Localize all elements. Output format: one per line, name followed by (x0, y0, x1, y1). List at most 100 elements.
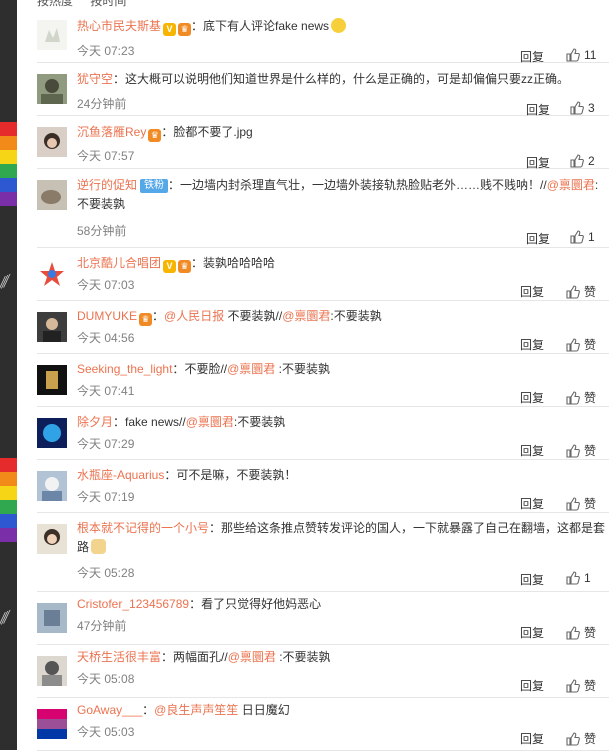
sort-by-time[interactable]: 按时间 (90, 0, 126, 8)
rainbow-stripe-purple (0, 528, 17, 542)
comment-body: :不要装孰 (330, 309, 382, 323)
like-count: 赞 (584, 444, 597, 458)
doge-emoji-icon (91, 539, 107, 554)
avatar[interactable] (37, 471, 67, 501)
comment-item: 沉鱼落雁Rey ♛ ：脸都不要了.jpg 今天 07:57 回复 2 (37, 115, 609, 170)
name-separator: ： (161, 650, 174, 664)
reply-button[interactable]: 回复 (526, 230, 550, 247)
reply-button[interactable]: 回复 (520, 389, 544, 406)
comment-text: 犹守空：这大概可以说明他们知道世界是什么样的，什么是正确的，可是却偏偏只要zz正… (77, 70, 609, 89)
username-link[interactable]: 北京酷儿合唱团 (77, 256, 161, 270)
username-link[interactable]: 天桥生活很丰富 (77, 650, 161, 664)
expand-arrow-icon[interactable]: ⁄⁄⁄ (1, 273, 16, 310)
comment-item: 逆行的促知 铁粉 ：一边墙内封杀理直气壮，一边墙外装接轨热脸贴老外……贱不贱呐！//… (37, 168, 609, 248)
like-count: 赞 (584, 338, 597, 352)
like-button[interactable]: 1 (566, 571, 591, 585)
avatar[interactable] (37, 603, 67, 633)
reply-button[interactable]: 回复 (520, 730, 544, 747)
comment-time: 今天 07:57 (77, 149, 135, 163)
thumbs-up-icon (566, 732, 580, 746)
like-button[interactable]: 1 (570, 230, 595, 244)
comment-text: GoAway___：@良生声声笙笙 日日魔幻 (77, 701, 609, 720)
like-button[interactable]: 3 (570, 101, 595, 115)
username-link[interactable]: DUMYUKE (77, 309, 137, 323)
username-link[interactable]: Cristofer_123456789 (77, 597, 189, 611)
reply-button[interactable]: 回复 (520, 283, 544, 300)
comment-body: 一边墙内封杀理直气壮，一边墙外装接轨热脸贴老外……贱不贱呐！// (180, 178, 547, 192)
thumbs-up-icon (566, 571, 580, 585)
thumbs-up-icon (566, 285, 580, 299)
username-link[interactable]: Seeking_the_light (77, 362, 172, 376)
expand-arrow-icon[interactable]: ⁄⁄⁄ (1, 609, 16, 646)
name-separator: ： (191, 256, 204, 270)
avatar[interactable] (37, 656, 67, 686)
comment-time: 47分钟前 (77, 619, 127, 633)
thumbs-up-icon (566, 626, 580, 640)
avatar[interactable] (37, 365, 67, 395)
mention-link[interactable]: @人民日报 (164, 309, 224, 323)
comment-text: 天桥生活很丰富：两幅面孔//@禀圜君 :不要装孰 (77, 648, 609, 667)
reply-button[interactable]: 回复 (520, 677, 544, 694)
mention-link[interactable]: @禀圜君 (186, 415, 234, 429)
mention-link[interactable]: @禀圜君 (227, 362, 275, 376)
username-link[interactable]: 除夕月 (77, 415, 113, 429)
comment-item: GoAway___：@良生声声笙笙 日日魔幻 今天 05:03 回复 赞 (37, 697, 609, 751)
name-separator: ： (113, 415, 126, 429)
avatar[interactable] (37, 20, 67, 50)
avatar[interactable] (37, 524, 67, 554)
username-link[interactable]: GoAway___ (77, 703, 142, 717)
avatar[interactable] (37, 312, 67, 342)
comment-text: Seeking_the_light：不要脸//@禀圜君 :不要装孰 (77, 360, 609, 379)
like-count: 赞 (584, 626, 597, 640)
member-crown-icon: ♛ (139, 313, 153, 326)
comment-item: 犹守空：这大概可以说明他们知道世界是什么样的，什么是正确的，可是却偏偏只要zz正… (37, 62, 609, 117)
mention-link[interactable]: @禀圜君 (547, 178, 595, 192)
comment-list: 按热度 按时间 热心市民夫斯基 V ♛ ：底下有人评论fake news 今天 07:2… (17, 0, 609, 751)
like-button[interactable]: 赞 (566, 336, 596, 353)
name-separator: ： (161, 125, 174, 139)
reply-button[interactable]: 回复 (520, 624, 544, 641)
reply-button[interactable]: 回复 (520, 495, 544, 512)
reply-button[interactable]: 回复 (520, 571, 544, 588)
comment-time: 今天 04:56 (77, 331, 135, 345)
like-button[interactable]: 2 (570, 154, 595, 168)
comment-time: 今天 05:08 (77, 672, 135, 686)
reply-button[interactable]: 回复 (520, 336, 544, 353)
mention-link[interactable]: @禀圜君 (228, 650, 276, 664)
avatar[interactable] (37, 259, 67, 289)
avatar[interactable] (37, 127, 67, 157)
username-link[interactable]: 水瓶座-Aquarius (77, 468, 164, 482)
like-count: 1 (588, 230, 595, 244)
like-button[interactable]: 赞 (566, 442, 596, 459)
sort-by-hot[interactable]: 按热度 (37, 0, 73, 8)
like-button[interactable]: 赞 (566, 677, 596, 694)
username-link[interactable]: 沉鱼落雁Rey (77, 125, 146, 139)
like-button[interactable]: 赞 (566, 624, 596, 641)
avatar[interactable] (37, 180, 67, 210)
username-link[interactable]: 热心市民夫斯基 (77, 19, 161, 33)
rainbow-stripe-green (0, 164, 17, 178)
avatar[interactable] (37, 709, 67, 739)
avatar[interactable] (37, 74, 67, 104)
like-button[interactable]: 赞 (566, 730, 596, 747)
like-button[interactable]: 赞 (566, 283, 596, 300)
verified-v-icon: V (163, 23, 177, 36)
username-link[interactable]: 逆行的促知 (77, 178, 137, 192)
thumbs-up-icon (570, 154, 584, 168)
like-button[interactable]: 赞 (566, 389, 596, 406)
avatar[interactable] (37, 418, 67, 448)
like-count: 赞 (584, 285, 597, 299)
reply-button[interactable]: 回复 (520, 442, 544, 459)
comment-item: 水瓶座-Aquarius：可不是嘛，不要装孰！ 今天 07:19 回复 赞 (37, 459, 609, 513)
username-link[interactable]: 犹守空 (77, 72, 113, 86)
like-button[interactable]: 赞 (566, 495, 596, 512)
like-count: 赞 (584, 497, 597, 511)
username-link[interactable]: 根本就不记得的一个小号 (77, 521, 209, 535)
name-separator: ： (142, 703, 155, 717)
like-button[interactable]: 11 (566, 48, 596, 62)
mention-link[interactable]: @禀圜君 (282, 309, 330, 323)
comment-time: 今天 07:23 (77, 44, 135, 58)
name-separator: ： (189, 597, 202, 611)
mention-link[interactable]: @良生声声笙笙 (154, 703, 238, 717)
like-count: 赞 (584, 732, 597, 746)
